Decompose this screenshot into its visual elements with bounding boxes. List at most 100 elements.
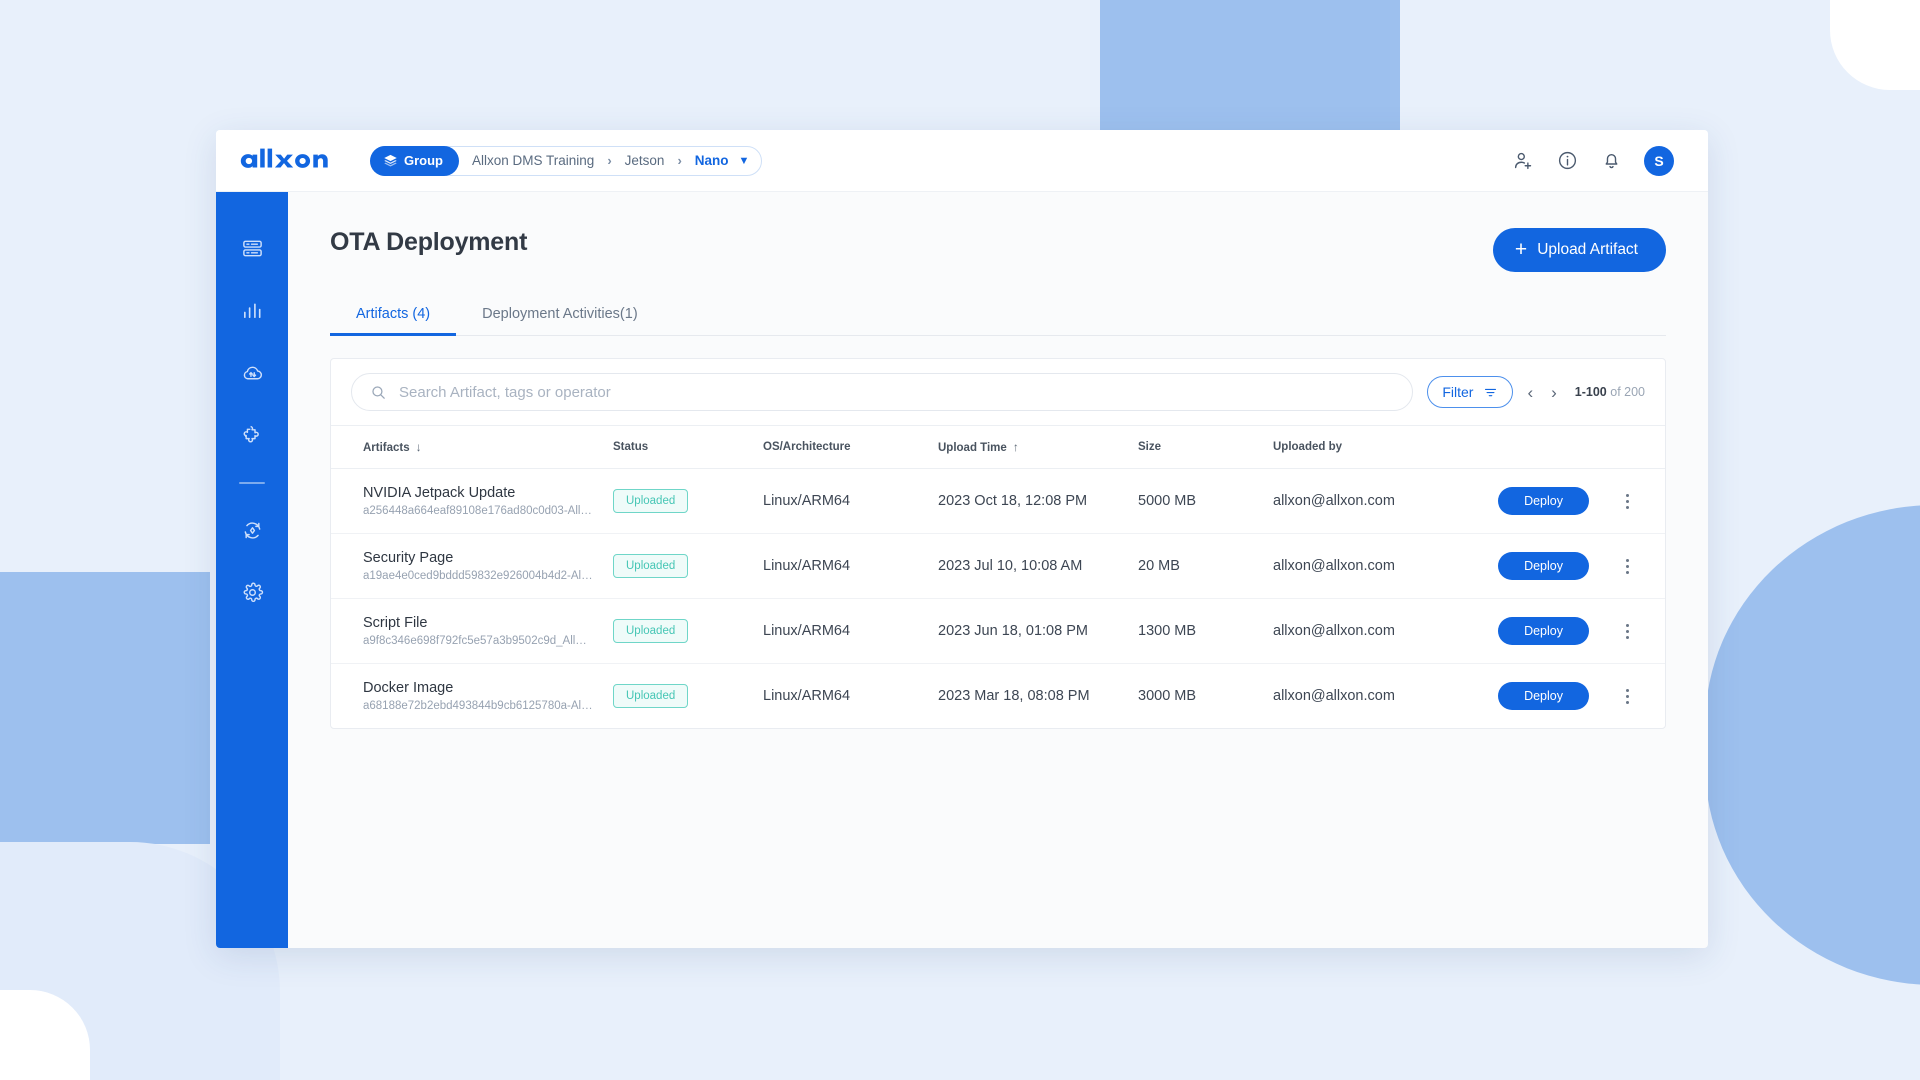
- cell-size: 1300 MB: [1138, 598, 1273, 664]
- page-title: OTA Deployment: [330, 228, 528, 256]
- table-body: NVIDIA Jetpack Update a256448a664eaf8910…: [331, 468, 1665, 729]
- breadcrumb-item-2[interactable]: Nano: [682, 153, 737, 168]
- column-status[interactable]: Status: [613, 426, 763, 469]
- column-label: Artifacts: [363, 442, 410, 454]
- tab-deployment-activities[interactable]: Deployment Activities(1): [456, 294, 664, 335]
- add-user-icon[interactable]: [1512, 150, 1534, 172]
- next-page-button[interactable]: ›: [1551, 384, 1557, 401]
- prev-page-button[interactable]: ‹: [1527, 384, 1533, 401]
- status-badge: Uploaded: [613, 619, 689, 643]
- column-label: OS/Architecture: [763, 441, 851, 453]
- sidebar-item-cloud-sync[interactable]: [230, 350, 274, 394]
- sidebar-item-settings[interactable]: [230, 570, 274, 614]
- cloud-sync-icon: [243, 366, 262, 379]
- column-label: Uploaded by: [1273, 441, 1343, 453]
- cell-upload-time: 2023 Jul 10, 10:08 AM: [938, 533, 1138, 599]
- column-label: Upload Time: [938, 442, 1007, 454]
- application-window: Group Allxon DMS Training › Jetson › Nan…: [216, 130, 1708, 948]
- artifact-name: Security Page: [363, 550, 454, 566]
- sidebar-item-devices[interactable]: [230, 226, 274, 270]
- sort-asc-icon[interactable]: ↑: [1013, 440, 1019, 454]
- cell-uploaded-by: allxon@allxon.com: [1273, 533, 1473, 599]
- cell-status: Uploaded: [613, 664, 763, 729]
- info-icon[interactable]: [1556, 150, 1578, 172]
- table-header: Artifacts ↓ Status OS/Architecture Upload…: [331, 426, 1665, 469]
- column-os-architecture[interactable]: OS/Architecture: [763, 426, 938, 469]
- cell-os: Linux/ARM64: [763, 533, 938, 599]
- tab-bar: Artifacts (4) Deployment Activities(1): [330, 294, 1666, 336]
- artifact-hash: a68188e72b2ebd493844b9cb6125780a-Al…: [363, 700, 593, 712]
- column-label: Status: [613, 441, 649, 453]
- deploy-button[interactable]: Deploy: [1498, 552, 1589, 580]
- sidebar-item-ota-update[interactable]: [230, 508, 274, 552]
- breadcrumb-item-1[interactable]: Jetson: [612, 153, 678, 168]
- table-row[interactable]: Script File a9f8c346e698f792fc5e57a3b950…: [331, 598, 1665, 664]
- artifacts-card: Filter ‹ › 1-100 of 200: [330, 358, 1666, 729]
- cell-artifact: Script File a9f8c346e698f792fc5e57a3b950…: [331, 598, 613, 664]
- row-menu-icon[interactable]: [1615, 684, 1639, 708]
- artifacts-table: Artifacts ↓ Status OS/Architecture Upload…: [331, 426, 1665, 728]
- cell-actions: Deploy: [1473, 468, 1665, 534]
- chevron-down-icon[interactable]: ▼: [739, 155, 750, 167]
- artifact-hash: a256448a664eaf89108e176ad80c0d03-All…: [363, 505, 592, 517]
- filter-button[interactable]: Filter: [1427, 376, 1514, 408]
- upload-artifact-button[interactable]: + Upload Artifact: [1492, 228, 1666, 272]
- column-upload-time[interactable]: Upload Time ↑: [938, 426, 1138, 469]
- deploy-button[interactable]: Deploy: [1498, 487, 1589, 515]
- filter-icon: [1485, 388, 1497, 396]
- sidebar-divider: [239, 482, 265, 484]
- column-artifacts[interactable]: Artifacts ↓: [331, 426, 613, 469]
- cell-uploaded-by: allxon@allxon.com: [1273, 468, 1473, 534]
- page-header: OTA Deployment + Upload Artifact: [330, 228, 1666, 272]
- sidebar-item-extensions[interactable]: [230, 412, 274, 456]
- tab-artifacts[interactable]: Artifacts (4): [330, 294, 457, 336]
- cell-upload-time: 2023 Mar 18, 08:08 PM: [938, 688, 1090, 704]
- cell-os: Linux/ARM64: [763, 688, 851, 704]
- row-menu-icon[interactable]: [1615, 619, 1639, 643]
- sidebar-item-analytics[interactable]: [230, 288, 274, 332]
- cell-status: Uploaded: [613, 598, 763, 664]
- cell-upload-time: 2023 Jun 18, 01:08 PM: [938, 598, 1138, 664]
- column-label: Size: [1138, 441, 1162, 453]
- cell-upload-time: 2023 Oct 18, 12:08 PM: [938, 468, 1138, 534]
- analytics-icon: [243, 302, 261, 318]
- table-row[interactable]: Docker Image a68188e72b2ebd493844b9cb612…: [331, 664, 1665, 729]
- status-badge: Uploaded: [613, 684, 689, 708]
- bg-shape-right-ellipse: [1705, 505, 1920, 985]
- breadcrumb-item-0[interactable]: Allxon DMS Training: [459, 153, 607, 168]
- row-menu-icon[interactable]: [1615, 489, 1639, 513]
- pagination-text: 1-100 of 200: [1575, 385, 1645, 399]
- pagination-total: 200: [1624, 385, 1645, 399]
- table-toolbar: Filter ‹ › 1-100 of 200: [331, 359, 1665, 426]
- column-uploaded-by[interactable]: Uploaded by: [1273, 426, 1473, 469]
- cell-artifact: Docker Image a68188e72b2ebd493844b9cb612…: [331, 664, 613, 729]
- search-box[interactable]: [351, 373, 1414, 411]
- table-header-row: Artifacts ↓ Status OS/Architecture Upload…: [331, 426, 1665, 469]
- cell-uploaded-by: allxon@allxon.com: [1273, 598, 1473, 664]
- allxon-logo[interactable]: [238, 148, 348, 174]
- top-bar-actions: S: [1512, 145, 1674, 176]
- main-content: OTA Deployment + Upload Artifact Artifac…: [288, 192, 1708, 948]
- search-input[interactable]: [399, 383, 1395, 401]
- breadcrumb[interactable]: Group Allxon DMS Training › Jetson › Nan…: [370, 145, 763, 176]
- upload-artifact-label: Upload Artifact: [1537, 241, 1638, 258]
- artifact-hash: a19ae4e0ced9bddd59832e926004b4d2-Al…: [363, 570, 593, 582]
- top-bar: Group Allxon DMS Training › Jetson › Nan…: [216, 130, 1708, 192]
- column-size[interactable]: Size: [1138, 426, 1273, 469]
- bell-icon[interactable]: [1600, 150, 1622, 172]
- sidebar: [216, 192, 288, 948]
- artifact-name: NVIDIA Jetpack Update: [363, 485, 516, 501]
- layers-icon: [384, 154, 397, 167]
- deploy-button[interactable]: Deploy: [1498, 617, 1589, 645]
- cell-actions: Deploy: [1473, 664, 1665, 729]
- table-row[interactable]: Security Page a19ae4e0ced9bddd59832e9260…: [331, 533, 1665, 599]
- row-menu-icon[interactable]: [1615, 554, 1639, 578]
- group-chip[interactable]: Group: [370, 145, 459, 176]
- sort-desc-icon[interactable]: ↓: [416, 440, 422, 454]
- deploy-button[interactable]: Deploy: [1498, 682, 1589, 710]
- avatar[interactable]: S: [1644, 145, 1674, 176]
- extensions-icon: [243, 425, 259, 443]
- table-row[interactable]: NVIDIA Jetpack Update a256448a664eaf8910…: [331, 468, 1665, 534]
- cell-status: Uploaded: [613, 533, 763, 599]
- cell-artifact: Security Page a19ae4e0ced9bddd59832e9260…: [331, 533, 613, 599]
